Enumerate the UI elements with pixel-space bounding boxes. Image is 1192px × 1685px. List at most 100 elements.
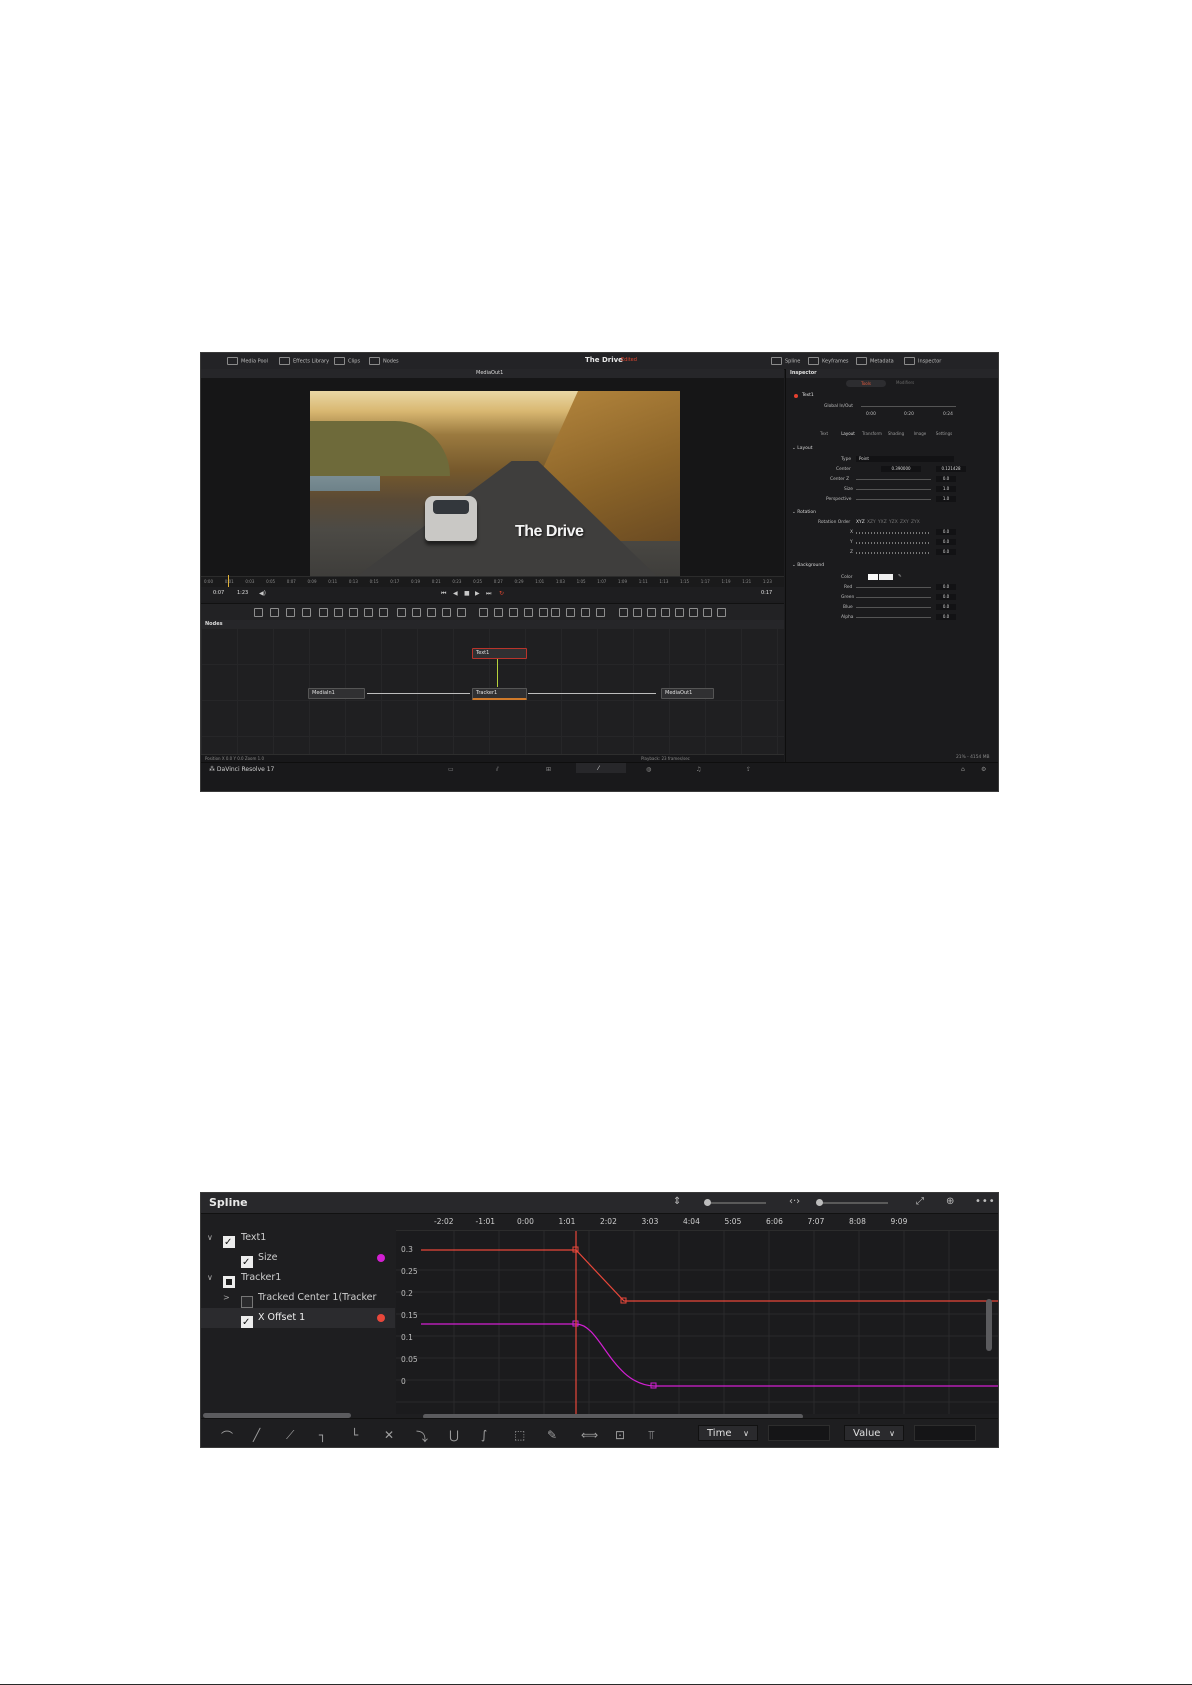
tab-modifiers[interactable]: Modifiers (896, 380, 914, 385)
fusion-tool-icon[interactable] (494, 608, 503, 617)
fusion-tool-icon[interactable] (479, 608, 488, 617)
clips-button[interactable]: Clips (334, 357, 360, 365)
rotation-order-yzx[interactable]: YZX (889, 520, 898, 525)
fusion-tool-icon[interactable] (427, 608, 436, 617)
rotation-order-zxy[interactable]: ZXY (900, 520, 909, 525)
fusion-tool-icon[interactable] (566, 608, 575, 617)
perspective-field[interactable]: 1.0 (936, 496, 956, 502)
select-all-icon[interactable]: ⬚ (514, 1428, 525, 1442)
fusion-tool-icon[interactable] (689, 608, 698, 617)
alpha-slider[interactable] (856, 617, 931, 618)
step-out-icon[interactable]: └ (351, 1428, 358, 1442)
color-swatch[interactable] (879, 574, 893, 580)
fusion-tool-icon[interactable] (270, 608, 279, 617)
green-slider[interactable] (856, 597, 931, 598)
chevron-down-icon[interactable]: ∨ (207, 1268, 213, 1288)
reverse-icon[interactable]: ✕ (384, 1428, 394, 1442)
inspector-button[interactable]: Inspector (904, 357, 941, 365)
x-offset-checkbox[interactable] (241, 1313, 253, 1333)
red-field[interactable]: 0.0 (936, 584, 956, 590)
ease-out-icon[interactable]: ⋃ (449, 1428, 459, 1442)
deliver-page-icon[interactable]: ⇪ (746, 766, 751, 773)
current-timecode[interactable]: 0:17 (761, 590, 772, 596)
node-graph[interactable]: Text1 MediaIn1 Tracker1 MediaOut1 (201, 628, 784, 754)
fusion-tool-icon[interactable] (619, 608, 628, 617)
viewer[interactable]: The Drive (201, 378, 784, 589)
time-stretch-icon[interactable]: ⟺ (581, 1428, 598, 1442)
effects-library-button[interactable]: Effects Library (279, 357, 329, 365)
smooth-icon[interactable]: ⌒ (221, 1428, 233, 1445)
viewer-playhead[interactable] (228, 575, 229, 587)
spline-time-ruler[interactable]: -2:02 -1:01 0:00 1:01 2:02 3:03 4:04 5:05 6:06 7:… (396, 1214, 998, 1231)
fusion-tool-icon[interactable] (703, 608, 712, 617)
spline-button[interactable]: Spline (771, 357, 800, 365)
linear-icon[interactable]: ╱ (253, 1428, 260, 1442)
center-z-slider[interactable] (856, 479, 931, 480)
rot-z-field[interactable]: 0.0 (936, 549, 956, 555)
eyedropper-icon[interactable]: ✎ (898, 574, 902, 579)
rotation-section-header[interactable]: ⌄ Rotation (792, 510, 816, 515)
settings-gear-icon[interactable]: ⚙ (981, 766, 986, 773)
size-checkbox[interactable] (241, 1253, 253, 1273)
rot-z-wheel[interactable] (856, 552, 931, 554)
fusion-tool-icon[interactable] (379, 608, 388, 617)
more-options-icon[interactable]: ••• (975, 1196, 996, 1207)
keyframes-button[interactable]: Keyframes (808, 357, 849, 365)
fusion-tool-icon[interactable] (442, 608, 451, 617)
blue-slider[interactable] (856, 607, 931, 608)
fusion-tool-icon[interactable] (524, 608, 533, 617)
layout-section-header[interactable]: ⌄ Layout (792, 446, 813, 451)
color-page-icon[interactable]: ◍ (646, 766, 651, 773)
center-y-field[interactable]: 0.121428 (936, 466, 966, 472)
size-slider[interactable] (856, 489, 931, 490)
background-section-header[interactable]: ⌄ Background (792, 563, 824, 568)
add-keyframe-icon[interactable]: ✎ (547, 1428, 557, 1442)
tracked-center-checkbox[interactable] (241, 1295, 253, 1308)
rot-y-wheel[interactable] (856, 542, 931, 544)
fusion-tool-icon[interactable] (675, 608, 684, 617)
media-pool-button[interactable]: Media Pool (227, 357, 268, 365)
graph-vertical-scrollbar[interactable] (986, 1299, 992, 1351)
step-in-icon[interactable]: ┐ (319, 1428, 326, 1442)
list-item-tracked-center[interactable]: > Tracked Center 1(Tracker (201, 1288, 395, 1308)
subtab-shading[interactable]: Shading (884, 431, 908, 436)
subtab-settings[interactable]: Settings (932, 431, 956, 436)
value-dropdown[interactable]: Value ∨ (844, 1425, 904, 1441)
fusion-tool-icon[interactable] (286, 608, 295, 617)
node-text1[interactable]: Text1 (472, 648, 527, 659)
play-icon[interactable]: ▶ (475, 590, 480, 597)
list-item-x-offset[interactable]: X Offset 1 (201, 1308, 395, 1333)
green-field[interactable]: 0.0 (936, 594, 956, 600)
fusion-tool-icon[interactable] (457, 608, 466, 617)
fusion-tool-icon[interactable] (509, 608, 518, 617)
time-dropdown[interactable]: Time ∨ (698, 1425, 758, 1441)
fusion-tool-icon[interactable] (596, 608, 605, 617)
play-reverse-icon[interactable]: ◀ (453, 590, 458, 597)
spline-graph-canvas[interactable] (396, 1214, 998, 1414)
text1-checkbox[interactable] (223, 1233, 235, 1253)
rot-x-field[interactable]: 0.0 (936, 529, 956, 535)
fusion-tool-icon[interactable] (397, 608, 406, 617)
center-z-field[interactable]: 0.0 (936, 476, 956, 482)
value-field[interactable] (914, 1425, 976, 1441)
node-mediaout1[interactable]: MediaOut1 (661, 688, 714, 699)
end-timecode[interactable]: 1:23 (237, 590, 248, 596)
invert-icon[interactable]: ⟋ (286, 1428, 294, 1443)
metadata-button[interactable]: Metadata (856, 357, 894, 365)
tab-tools[interactable]: Tools (846, 380, 886, 387)
stop-icon[interactable]: ■ (464, 590, 470, 597)
loop-icon[interactable]: ↻ (499, 590, 504, 597)
go-to-end-icon[interactable]: ⏭ (486, 590, 491, 598)
rotation-order-zyx[interactable]: ZYX (911, 520, 920, 525)
fairlight-page-icon[interactable]: ♫ (696, 766, 701, 773)
red-slider[interactable] (856, 587, 931, 588)
shape-box-icon[interactable]: ⊡ (615, 1428, 625, 1442)
global-in-out-slider[interactable] (861, 406, 956, 407)
chevron-down-icon[interactable]: ∨ (207, 1228, 213, 1248)
subtab-image[interactable]: Image (908, 431, 932, 436)
rot-y-field[interactable]: 0.0 (936, 539, 956, 545)
fusion-tool-icon[interactable] (717, 608, 726, 617)
zoom-to-fit-icon[interactable]: ⤢ (916, 1196, 924, 1207)
chevron-right-icon[interactable]: > (223, 1288, 230, 1308)
home-icon[interactable]: ⌂ (961, 766, 965, 773)
